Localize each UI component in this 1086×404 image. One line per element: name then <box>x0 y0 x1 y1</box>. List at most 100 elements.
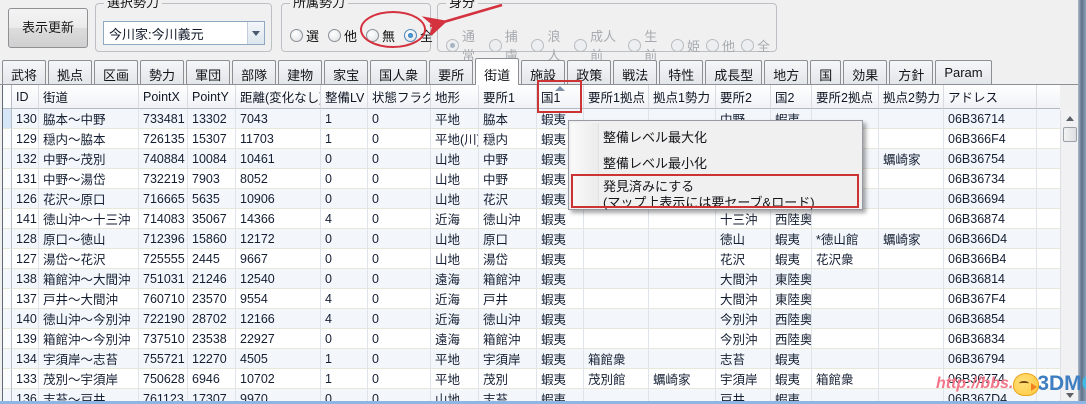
row-header-cell[interactable] <box>3 189 12 209</box>
table-cell[interactable]: 大間沖 <box>716 269 771 289</box>
table-cell[interactable]: 0 <box>368 249 431 269</box>
table-cell[interactable]: 湯岱～花沢 <box>39 249 139 269</box>
table-cell[interactable]: 近海 <box>431 209 479 229</box>
row-header-cell[interactable] <box>3 349 12 369</box>
table-cell[interactable]: 23538 <box>188 329 236 349</box>
table-cell[interactable] <box>584 289 649 309</box>
table-cell[interactable]: 穏内 <box>479 129 537 149</box>
table-cell[interactable]: 西陸奥 <box>771 209 812 229</box>
radio-icon-無[interactable] <box>366 29 379 42</box>
table-cell[interactable] <box>812 349 879 369</box>
table-cell[interactable]: 近海 <box>431 309 479 329</box>
tab-街道[interactable]: 街道 <box>475 58 519 85</box>
table-cell[interactable]: 箱館沖～今別沖 <box>39 329 139 349</box>
table-cell[interactable]: 751031 <box>139 269 188 289</box>
table-cell[interactable]: 140 <box>12 309 39 329</box>
table-cell[interactable] <box>879 249 944 269</box>
table-cell[interactable]: 722190 <box>139 309 188 329</box>
table-cell[interactable]: 06B36874 <box>944 209 1037 229</box>
table-cell[interactable]: 138 <box>12 269 39 289</box>
table-cell[interactable]: 遠海 <box>431 269 479 289</box>
table-cell[interactable] <box>879 129 944 149</box>
table-cell[interactable] <box>649 209 716 229</box>
row-header-cell[interactable] <box>3 149 12 169</box>
table-cell[interactable]: 0 <box>368 209 431 229</box>
tab-家宝[interactable]: 家宝 <box>324 60 368 84</box>
table-cell[interactable]: 733481 <box>139 109 188 129</box>
table-cell[interactable] <box>584 269 649 289</box>
table-cell[interactable]: 132 <box>12 149 39 169</box>
table-cell[interactable]: 0 <box>368 129 431 149</box>
table-cell[interactable] <box>812 329 879 349</box>
table-cell[interactable] <box>879 169 944 189</box>
table-cell[interactable]: 755721 <box>139 349 188 369</box>
column-header-要所2[interactable]: 要所2 <box>716 85 771 109</box>
table-cell[interactable]: 0 <box>368 369 431 389</box>
table-cell[interactable]: 9667 <box>236 249 321 269</box>
table-cell[interactable]: 茂別館 <box>584 369 649 389</box>
table-cell[interactable]: 0 <box>321 329 368 349</box>
column-header-地形[interactable]: 地形 <box>431 85 479 109</box>
table-cell[interactable]: 脇本～中野 <box>39 109 139 129</box>
table-cell[interactable]: 今別沖 <box>716 329 771 349</box>
tab-Param[interactable]: Param <box>935 60 991 84</box>
row-header-cell[interactable] <box>3 169 12 189</box>
table-cell[interactable]: 06B36774 <box>944 369 1037 389</box>
radio-icon-選[interactable] <box>290 29 303 42</box>
table-cell[interactable]: 蝦夷 <box>537 209 584 229</box>
row-header-cell[interactable] <box>3 289 12 309</box>
table-cell[interactable] <box>879 349 944 369</box>
table-cell[interactable]: 726135 <box>139 129 188 149</box>
table-cell[interactable]: 06B367F4 <box>944 289 1037 309</box>
table-cell[interactable]: 9554 <box>236 289 321 309</box>
table-cell[interactable]: 740884 <box>139 149 188 169</box>
tab-施設[interactable]: 施設 <box>521 60 565 84</box>
table-cell[interactable]: 蝦夷 <box>771 249 812 269</box>
table-cell[interactable] <box>879 309 944 329</box>
radio-icon-全[interactable] <box>404 29 417 42</box>
table-cell[interactable]: 中野 <box>479 149 537 169</box>
table-cell[interactable]: 穏内～脇本 <box>39 129 139 149</box>
row-header-cell[interactable] <box>3 109 12 129</box>
table-cell[interactable] <box>879 109 944 129</box>
tab-国[interactable]: 国 <box>810 60 841 84</box>
menu-item-minimize-maintenance-level[interactable]: 整備レベル最小化 <box>603 151 858 177</box>
table-cell[interactable]: 8052 <box>236 169 321 189</box>
table-cell[interactable]: 0 <box>368 229 431 249</box>
table-cell[interactable]: 23570 <box>188 289 236 309</box>
table-cell[interactable]: 06B36754 <box>944 149 1037 169</box>
scrollbar-thumb[interactable] <box>1063 127 1077 142</box>
chevron-down-icon[interactable] <box>247 22 264 44</box>
table-cell[interactable]: 蝦夷 <box>537 229 584 249</box>
table-cell[interactable]: 蝦夷 <box>537 349 584 369</box>
table-cell[interactable] <box>879 269 944 289</box>
table-cell[interactable]: 蝦夷 <box>537 289 584 309</box>
column-header-整備LV[interactable]: 整備LV <box>321 85 368 109</box>
table-cell[interactable] <box>584 209 649 229</box>
table-cell[interactable]: 蠣崎家 <box>879 229 944 249</box>
row-header-cell[interactable] <box>3 229 12 249</box>
table-cell[interactable]: 蝦夷 <box>537 249 584 269</box>
table-cell[interactable]: 宇須岸 <box>479 349 537 369</box>
row-header-cell[interactable] <box>3 269 12 289</box>
column-header-PointX[interactable]: PointX <box>139 85 188 109</box>
tab-武将[interactable]: 武将 <box>2 60 46 84</box>
table-cell[interactable]: 06B36734 <box>944 169 1037 189</box>
table-cell[interactable]: 714083 <box>139 209 188 229</box>
table-cell[interactable]: 0 <box>321 189 368 209</box>
column-header-ID[interactable]: ID <box>12 85 39 109</box>
table-cell[interactable]: 脇本 <box>479 109 537 129</box>
table-cell[interactable]: 花沢 <box>716 249 771 269</box>
table-cell[interactable]: 06B36814 <box>944 269 1037 289</box>
table-cell[interactable]: 志苔 <box>716 349 771 369</box>
radio-option-他[interactable]: 他 <box>328 26 357 45</box>
menu-item-mark-discovered[interactable]: 発見済みにする(マップ上表示には要セーブ&ロード) <box>603 177 858 211</box>
table-cell[interactable]: 14366 <box>236 209 321 229</box>
column-header-距離(変化なし)[interactable]: 距離(変化なし) <box>236 85 321 109</box>
column-header-PointY[interactable]: PointY <box>188 85 236 109</box>
table-cell[interactable] <box>649 329 716 349</box>
tab-特性[interactable]: 特性 <box>659 60 703 84</box>
table-cell[interactable]: 750628 <box>139 369 188 389</box>
table-cell[interactable]: 22927 <box>236 329 321 349</box>
tab-方針[interactable]: 方針 <box>889 60 933 84</box>
